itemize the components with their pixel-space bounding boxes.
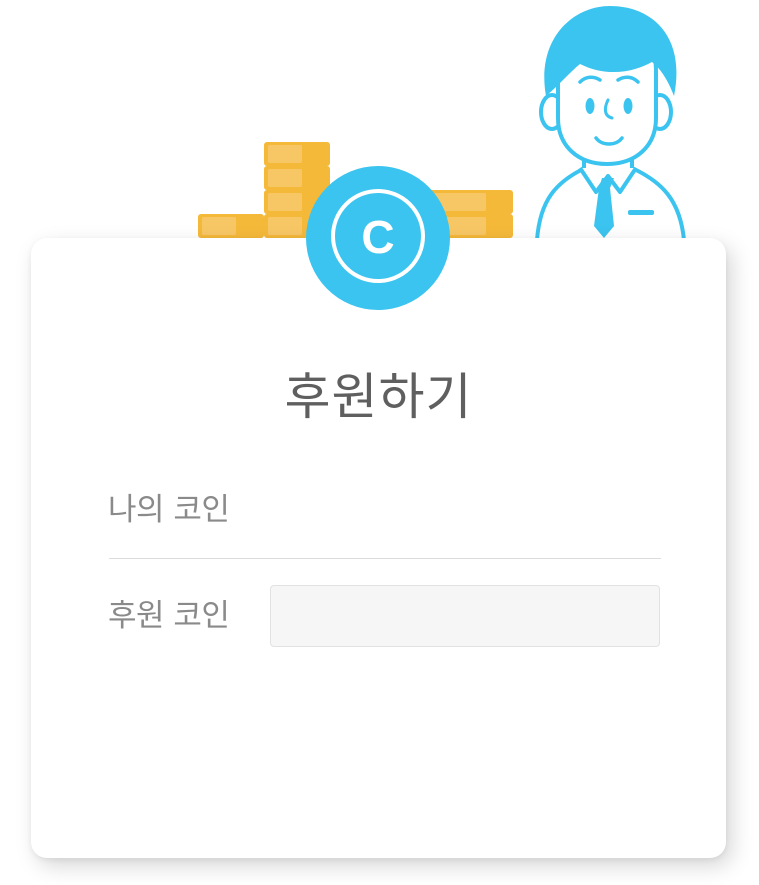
donate-dialog-screen: C 후원하기 나의 코인 후원 코인 — [0, 0, 759, 885]
donate-coin-input[interactable] — [270, 585, 660, 647]
donate-coin-label: 후원 코인 — [108, 598, 230, 634]
my-coin-value — [270, 488, 660, 532]
dialog-title: 후원하기 — [284, 368, 473, 426]
my-coin-label: 나의 코인 — [108, 492, 230, 528]
donate-card — [31, 238, 726, 858]
form-divider — [109, 558, 661, 559]
man-character-illustration — [535, 6, 686, 241]
coin-badge-icon: C — [306, 166, 450, 310]
coin-symbol: C — [361, 211, 394, 263]
